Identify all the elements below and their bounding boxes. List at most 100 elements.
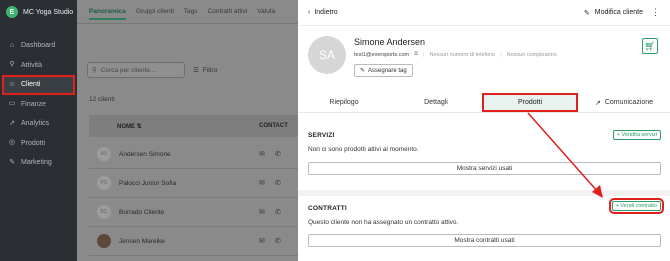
avatar: AS [97, 147, 111, 161]
tab-client-groups[interactable]: Gruppi clienti [136, 8, 174, 15]
assign-tag-label: Assegnare tag [368, 67, 407, 74]
tab-details[interactable]: Dettagli [390, 93, 482, 112]
sidebar-item-label: Attività [21, 61, 43, 69]
sidebar-item-activity[interactable]: ⚲ Attività [0, 56, 77, 76]
tag-icon: ✎ [360, 68, 366, 74]
section-title: CONTRATTI [308, 205, 347, 212]
table-row[interactable]: PS Palocci Junior Sofia ✉ ✆ [89, 169, 298, 198]
finance-icon: ▭ [8, 100, 16, 108]
tab-label: Riepilogo [329, 99, 359, 106]
sidebar-item-dashboard[interactable]: ⌂ Dashboard [0, 36, 77, 56]
divider: | [500, 51, 502, 58]
sidebar-item-label: Clienti [21, 81, 41, 89]
search-placeholder: Cerca per cliente... [100, 66, 156, 74]
sidebar-nav: ⌂ Dashboard ⚲ Attività ☺ Clienti ▭ Finan… [0, 36, 77, 173]
table-row[interactable]: AS Andersen Simone ✉ ✆ [89, 140, 298, 169]
mail-icon[interactable]: ✉ [259, 179, 269, 187]
mail-icon[interactable]: ✉ [259, 237, 269, 245]
avatar: PS [97, 176, 111, 190]
external-link-icon: ↗ [594, 99, 601, 107]
phone-icon[interactable]: ✆ [275, 208, 285, 216]
avatar: SA [308, 36, 346, 74]
phone-icon[interactable]: ✆ [275, 179, 285, 187]
phone-icon[interactable]: ✆ [275, 237, 285, 245]
studio-name: MC Yoga Studio [23, 8, 74, 16]
activity-icon: ⚲ [9, 61, 15, 69]
search-icon: ⚲ [92, 67, 97, 74]
client-name: Andersen Simone [119, 150, 171, 158]
search-input[interactable]: ⚲ Cerca per cliente... [87, 62, 185, 78]
copy-icon[interactable]: ⧉ [414, 51, 418, 58]
table-row[interactable]: Jensen Mareike ✉ ✆ [89, 227, 298, 256]
sidebar-item-analytics[interactable]: ↗ Analytics [0, 114, 77, 134]
analytics-icon: ↗ [9, 119, 15, 127]
tab-overview[interactable]: Panoramica [89, 8, 126, 20]
clients-main: Panoramica Gruppi clienti Tags Contratti… [77, 0, 298, 261]
mail-icon[interactable]: ✉ [259, 208, 269, 216]
sidebar-item-label: Finanze [21, 100, 46, 108]
sidebar-item-clients[interactable]: ☺ Clienti [2, 75, 75, 95]
show-used-contracts-button[interactable]: Mostra contratti usati [308, 234, 661, 247]
contracts-section: CONTRATTI + Vendi contratto Questo clien… [298, 190, 670, 261]
client-birthday: Nessun compleanno [506, 51, 557, 58]
show-used-services-button[interactable]: Mostra servizi usati [308, 162, 661, 175]
chevron-left-icon: ‹ [308, 9, 311, 16]
tab-label: Comunicazione [604, 99, 654, 106]
tab-label: Prodotti [517, 99, 543, 106]
table-header: NOME ⇅ CONTACT [89, 115, 298, 137]
mail-icon[interactable]: ✉ [259, 150, 269, 158]
panel-tabs: Riepilogo Dettagli Prodotti ↗ Comunicazi… [298, 93, 670, 113]
filter-button[interactable]: ☰ Filtro [193, 66, 218, 75]
sidebar-item-marketing[interactable]: ✎ Marketing [0, 153, 77, 173]
client-name: Jensen Mareike [119, 237, 165, 245]
sidebar: E MC Yoga Studio ⌂ Dashboard ⚲ Attività … [0, 0, 77, 261]
brand-logo: E [6, 6, 18, 18]
sell-services-button[interactable]: + Vendita servizi [612, 130, 661, 140]
divider: | [423, 51, 425, 58]
empty-state-text: Questo cliente non ha assegnato un contr… [308, 219, 459, 226]
empty-state-text: Non ci sono prodotti attivi al momento. [308, 146, 419, 153]
client-name: Palocci Junior Sofia [119, 179, 177, 187]
tab-products[interactable]: Prodotti [482, 93, 578, 112]
client-name: Simone Andersen [354, 37, 426, 47]
edit-client-button[interactable]: ✎ Modifica cliente [584, 9, 643, 17]
filter-icon: ☰ [193, 67, 199, 74]
home-icon: ⌂ [9, 41, 15, 49]
sidebar-item-label: Dashboard [21, 42, 56, 50]
client-info: test1@eversports.com ⧉ | Nessun numero d… [354, 51, 557, 58]
back-button[interactable]: ‹ Indietro [308, 9, 338, 16]
sell-contract-button[interactable]: + Vendi contratto [608, 198, 665, 214]
client-phone: Nessun numero di telefono [429, 51, 496, 58]
client-profile: SA Simone Andersen test1@eversports.com … [298, 26, 670, 92]
cart-button[interactable]: 🛒︎ [642, 38, 658, 54]
client-count: 12 clienti [89, 96, 115, 103]
avatar: BC [97, 205, 111, 219]
section-title: SERVIZI [308, 132, 335, 139]
tab-summary[interactable]: Riepilogo [298, 93, 390, 112]
clients-tabs: Panoramica Gruppi clienti Tags Contratti… [77, 0, 298, 24]
more-options-icon[interactable]: ⋮ [651, 7, 660, 18]
products-icon: ◎ [8, 139, 16, 147]
tab-tags[interactable]: Tags [184, 8, 198, 15]
sidebar-item-products[interactable]: ◎ Prodotti [0, 134, 77, 154]
table-row[interactable]: BC Borrado Cliente ✉ ✆ [89, 198, 298, 227]
tab-currency[interactable]: Valuta [257, 8, 275, 15]
panel-header: ‹ Indietro ✎ Modifica cliente ⋮ [298, 0, 670, 26]
marketing-icon: ✎ [9, 158, 15, 166]
column-name[interactable]: NOME ⇅ [117, 123, 259, 130]
sidebar-item-label: Prodotti [21, 139, 46, 147]
services-section: SERVIZI + Vendita servizi Non ci sono pr… [298, 122, 670, 182]
phone-icon[interactable]: ✆ [275, 150, 285, 158]
assign-tag-button[interactable]: ✎ Assegnare tag [354, 64, 413, 77]
column-contact: CONTACT [259, 123, 288, 129]
avatar [97, 234, 111, 248]
tab-label: Dettagli [424, 99, 448, 106]
tab-communication[interactable]: ↗ Comunicazione [578, 93, 670, 112]
sidebar-item-label: Marketing [21, 159, 52, 167]
filter-label: Filtro [202, 66, 218, 74]
edit-client-label: Modifica cliente [594, 9, 643, 16]
tab-active-contracts[interactable]: Contratti attivi [208, 8, 248, 15]
sidebar-item-finance[interactable]: ▭ Finanze [0, 95, 77, 115]
client-detail-panel: ‹ Indietro ✎ Modifica cliente ⋮ SA Simon… [298, 0, 670, 261]
edit-icon: ✎ [583, 9, 590, 17]
